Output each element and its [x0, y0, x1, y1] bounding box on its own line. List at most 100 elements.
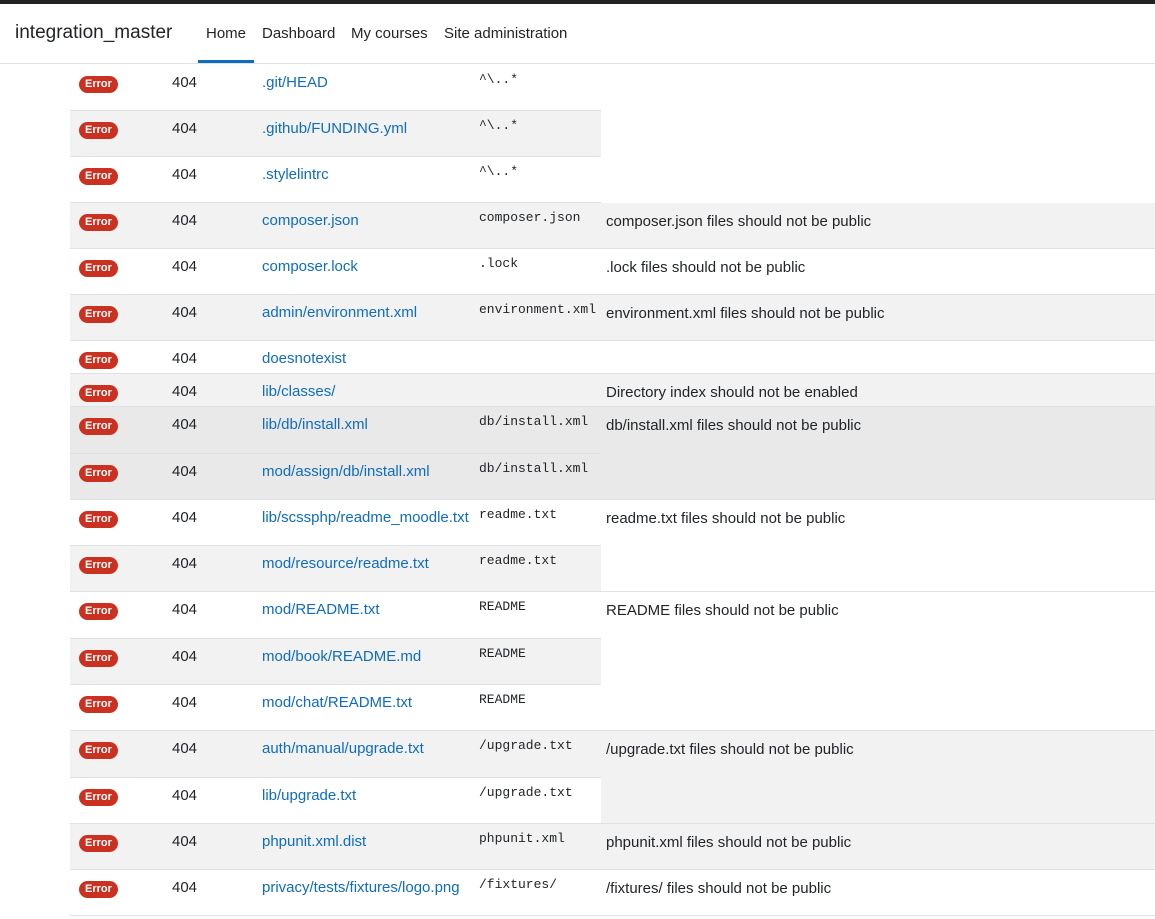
http-status-code: 404	[172, 879, 198, 896]
description-cell: .lock files should not be public	[601, 249, 1155, 295]
http-status-code: 404	[172, 258, 198, 275]
match-pattern: /upgrade.txt	[479, 785, 573, 800]
error-badge: Error	[79, 76, 118, 93]
path-link[interactable]: lib/scssphp/readme_moodle.txt	[262, 509, 469, 526]
description-cell: /upgrade.txt files should not be public	[601, 731, 1155, 824]
http-status-code: 404	[172, 694, 198, 711]
match-pattern: .lock	[479, 256, 519, 271]
error-badge: Error	[79, 881, 118, 898]
row-divider	[70, 915, 601, 916]
path-link[interactable]: .github/FUNDING.yml	[262, 120, 407, 137]
error-badge: Error	[79, 465, 118, 482]
site-brand[interactable]: integration_master	[15, 22, 172, 44]
table-row: Error 404 lib/scssphp/readme_moodle.txt rea…	[70, 500, 601, 546]
match-pattern: db/install.xml	[479, 414, 589, 429]
description-cell: phpunit.xml files should not be public	[601, 824, 1155, 870]
table-row: Error 404 lib/upgrade.txt/upgrade.txt	[70, 778, 601, 824]
error-badge: Error	[79, 696, 118, 713]
error-badge: Error	[79, 650, 118, 667]
match-pattern: composer.json	[479, 210, 581, 225]
error-badge: Error	[79, 789, 118, 806]
path-link[interactable]: privacy/tests/fixtures/logo.png	[262, 879, 460, 896]
nav-my-courses[interactable]: My courses	[351, 4, 428, 63]
match-pattern: environment.xml	[479, 302, 597, 317]
match-pattern: ^\..*	[479, 72, 519, 87]
path-link[interactable]: composer.json	[262, 212, 359, 229]
description-cell	[601, 341, 1155, 374]
match-pattern: /upgrade.txt	[479, 738, 573, 753]
http-status-code: 404	[172, 463, 198, 480]
path-link[interactable]: .stylelintrc	[262, 166, 329, 183]
http-status-code: 404	[172, 648, 198, 665]
path-link[interactable]: lib/upgrade.txt	[262, 787, 356, 804]
path-link[interactable]: mod/chat/README.txt	[262, 694, 412, 711]
http-status-code: 404	[172, 304, 198, 321]
path-link[interactable]: mod/README.txt	[262, 601, 380, 618]
path-link[interactable]: lib/db/install.xml	[262, 416, 368, 433]
description-text: readme.txt files should not be public	[606, 510, 846, 527]
path-link[interactable]: auth/manual/upgrade.txt	[262, 740, 424, 757]
error-badge: Error	[79, 511, 118, 528]
nav-site-administration[interactable]: Site administration	[444, 4, 567, 63]
table-row: Error 404 doesnotexist	[70, 341, 601, 374]
http-status-code: 404	[172, 120, 198, 137]
description-text: Directory index should not be enabled	[606, 384, 858, 401]
description-text: environment.xml files should not be publ…	[606, 305, 885, 322]
description-text: .lock files should not be public	[606, 259, 806, 276]
path-link[interactable]: lib/classes/	[262, 383, 335, 400]
table-row: Error 404 privacy/tests/fixtures/logo.png /…	[70, 870, 601, 916]
match-pattern: /fixtures/	[479, 877, 558, 892]
nav-dashboard[interactable]: Dashboard	[262, 4, 335, 63]
match-pattern: readme.txt	[479, 507, 558, 522]
http-status-code: 404	[172, 601, 198, 618]
description-cell: composer.json files should not be public	[601, 203, 1155, 249]
description-cell: db/install.xml files should not be publi…	[601, 407, 1155, 500]
path-link[interactable]: .git/HEAD	[262, 74, 328, 91]
path-link[interactable]: doesnotexist	[262, 350, 346, 367]
description-text: /fixtures/ files should not be public	[606, 880, 832, 897]
table-row: Error 404 mod/book/README.md README	[70, 639, 601, 685]
description-cell: environment.xml files should not be publ…	[601, 295, 1155, 341]
match-pattern: readme.txt	[479, 553, 558, 568]
match-pattern: phpunit.xml	[479, 831, 565, 846]
table-row: Error 404 lib/db/install.xml db/install.xml	[70, 407, 601, 454]
http-status-code: 404	[172, 74, 198, 91]
path-link[interactable]: mod/resource/readme.txt	[262, 555, 429, 572]
match-pattern: db/install.xml	[479, 461, 589, 476]
description-text: README files should not be public	[606, 602, 839, 619]
error-badge: Error	[79, 260, 118, 277]
table-row: Error 404 mod/assign/db/install.xml db/inst…	[70, 454, 601, 500]
match-pattern: ^\..*	[479, 164, 519, 179]
match-pattern: ^\..*	[479, 118, 519, 133]
error-badge: Error	[79, 557, 118, 574]
table-row: Error 404 phpunit.xml.dist phpunit.xml	[70, 824, 601, 870]
table-row: Error 404 auth/manual/upgrade.txt/upgrade.…	[70, 731, 601, 778]
error-badge: Error	[79, 214, 118, 231]
error-badge: Error	[79, 742, 118, 759]
table-row: Error 404 mod/README.txt README	[70, 592, 601, 639]
error-badge: Error	[79, 352, 118, 369]
description-cell: readme.txt files should not be public	[601, 500, 1155, 592]
match-pattern: README	[479, 599, 526, 614]
path-link[interactable]: mod/book/README.md	[262, 648, 421, 665]
http-status-code: 404	[172, 350, 198, 367]
description-cell: Directory index should not be enabled	[601, 374, 1155, 407]
table-row: Error 404 mod/chat/README.txt README	[70, 685, 601, 731]
http-status-code: 404	[172, 787, 198, 804]
http-status-code: 404	[172, 555, 198, 572]
description-text: phpunit.xml files should not be public	[606, 834, 852, 851]
http-status-code: 404	[172, 416, 198, 433]
http-status-code: 404	[172, 740, 198, 757]
table-row: Error 404 admin/environment.xml environment…	[70, 295, 601, 341]
nav-home[interactable]: Home	[198, 4, 254, 63]
path-link[interactable]: admin/environment.xml	[262, 304, 417, 321]
http-status-code: 404	[172, 833, 198, 850]
path-link[interactable]: phpunit.xml.dist	[262, 833, 366, 850]
path-link[interactable]: composer.lock	[262, 258, 358, 275]
match-pattern: README	[479, 692, 526, 707]
path-link[interactable]: mod/assign/db/install.xml	[262, 463, 430, 480]
error-badge: Error	[79, 122, 118, 139]
description-text: composer.json files should not be public	[606, 213, 872, 230]
http-status-code: 404	[172, 166, 198, 183]
error-badge: Error	[79, 835, 118, 852]
